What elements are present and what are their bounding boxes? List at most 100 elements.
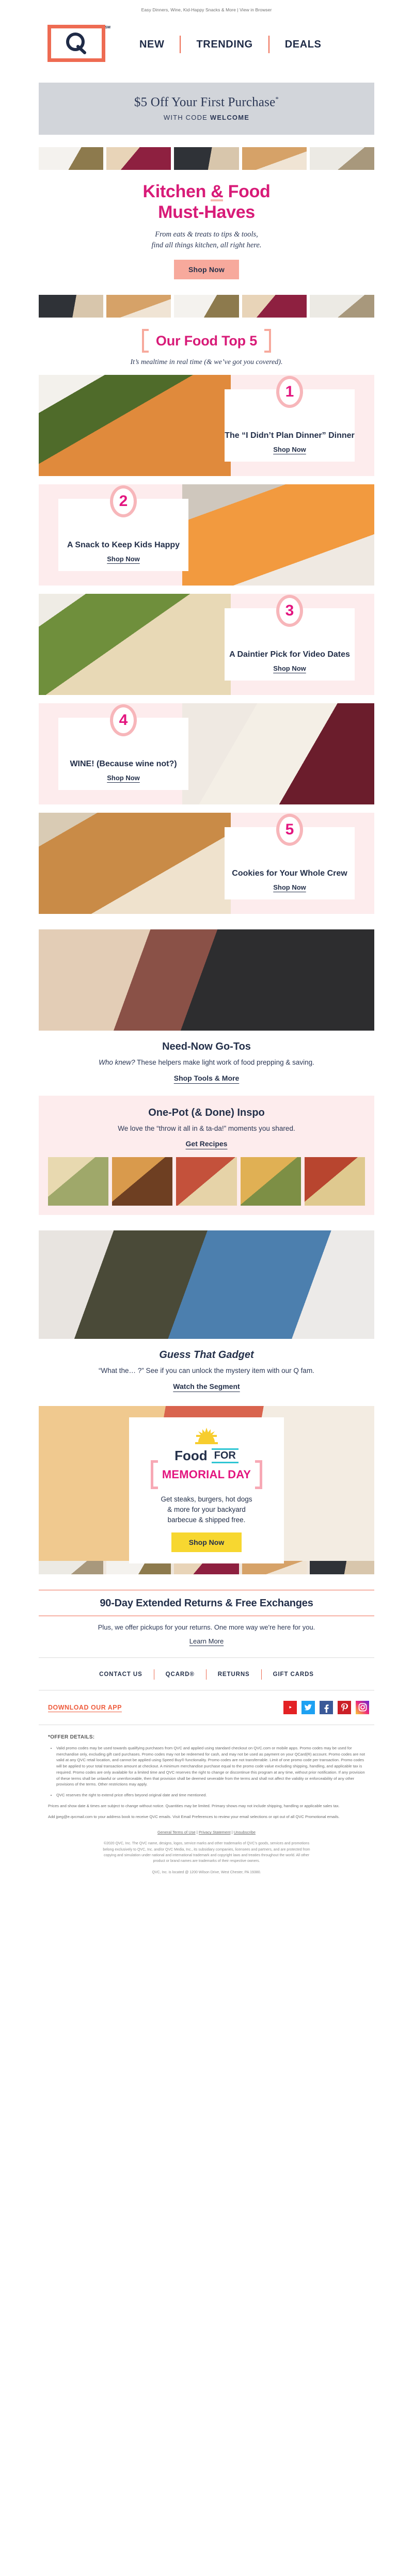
legal-link-row: General Terms of Use | Privacy Statement…	[0, 1823, 413, 1838]
top5-card-1: 1 The “I Didn’t Plan Dinner” Dinner Shop…	[225, 376, 355, 462]
promo-code: WELCOME	[210, 114, 250, 122]
twitter-icon[interactable]	[301, 1700, 315, 1714]
collage-tile	[242, 295, 307, 318]
qvc-logo[interactable]: SM	[47, 25, 110, 64]
top5-image-3[interactable]	[39, 594, 231, 696]
top5-row-2: 2 A Snack to Keep Kids Happy Shop Now	[39, 484, 374, 586]
legal-bullet: Valid promo codes may be used towards qu…	[56, 1745, 365, 1788]
hero-title-ampersand: &	[211, 182, 224, 202]
one-pot-thumb[interactable]	[304, 1157, 366, 1206]
copyright-line-4: product or brand names are trademarks of…	[153, 1859, 260, 1863]
one-pot-thumb[interactable]	[112, 1157, 173, 1206]
collage-strip-bottom	[39, 295, 375, 318]
social-icons	[283, 1700, 369, 1714]
legal-bullet: QVC reserves the right to extend price o…	[56, 1792, 365, 1798]
returns-title: 90-Day Extended Returns & Free Exchanges	[100, 1597, 313, 1609]
footer-link-gift-cards[interactable]: GIFT CARDS	[262, 1671, 325, 1678]
returns-section: 90-Day Extended Returns & Free Exchanges…	[39, 1574, 374, 1657]
need-now-image[interactable]	[39, 929, 374, 1031]
need-now-block: Need-Now Go-Tos Who knew? These helpers …	[0, 1031, 413, 1083]
collage-strip-top	[39, 147, 375, 170]
collage-tile	[309, 147, 375, 170]
legal-section: *OFFER DETAILS: Valid promo codes may be…	[39, 1725, 374, 1823]
top5-title-5: Cookies for Your Whole Crew	[232, 868, 347, 878]
legal-paragraph: Prices and show date & times are subject…	[48, 1803, 340, 1808]
top5-subheading: It’s mealtime in real time (& we’ve got …	[130, 358, 283, 367]
legal-bullet-list: Valid promo codes may be used towards qu…	[56, 1745, 365, 1798]
memorial-for-word: FOR	[211, 1448, 239, 1463]
one-pot-thumb[interactable]	[240, 1157, 301, 1206]
collage-tile	[309, 295, 375, 318]
top5-image-2[interactable]	[182, 484, 374, 586]
top5-heading-block: Our Food Top 5 It’s mealtime in real tim…	[0, 318, 413, 367]
one-pot-cta[interactable]: Get Recipes	[186, 1140, 228, 1148]
sunrise-icon	[195, 1427, 218, 1444]
nav-item-deals[interactable]: DEALS	[269, 39, 337, 51]
copyright-line-3: copying and simulation under national an…	[103, 1853, 310, 1857]
footer-link-qcard[interactable]: QCARD®	[154, 1671, 206, 1678]
memorial-subtitle: Get steaks, burgers, hot dogs & more for…	[138, 1494, 275, 1526]
need-now-subtitle-italic: Who knew?	[99, 1058, 135, 1067]
youtube-icon[interactable]	[283, 1700, 297, 1714]
facebook-icon[interactable]	[320, 1700, 333, 1714]
hero-title-line2: Must-Haves	[158, 202, 255, 223]
top5-shop-now-3[interactable]: Shop Now	[273, 665, 306, 672]
returns-subtitle: Plus, we offer pickups for your returns.…	[98, 1623, 315, 1631]
pinterest-icon[interactable]	[338, 1700, 351, 1714]
promo-headline-text: $5 Off Your First Purchase	[134, 95, 276, 109]
memorial-food-word: Food	[174, 1448, 208, 1464]
top5-title-2: A Snack to Keep Kids Happy	[67, 540, 180, 549]
top5-title-4: WINE! (Because wine not?)	[70, 759, 177, 768]
instagram-icon[interactable]	[356, 1700, 369, 1714]
top5-image-5[interactable]	[39, 813, 231, 914]
copyright-block: ©2020 QVC, Inc. The QVC name, designs, l…	[0, 1838, 413, 1889]
hero-title-part1: Kitchen	[142, 182, 211, 202]
need-now-title: Need-Now Go-Tos	[162, 1041, 251, 1053]
top5-card-2: 2 A Snack to Keep Kids Happy Shop Now	[58, 485, 188, 572]
top5-row-1: 1 The “I Didn’t Plan Dinner” Dinner Shop…	[39, 375, 374, 477]
top5-image-1[interactable]	[39, 375, 231, 477]
preheader-text[interactable]: Easy Dinners, Wine, Kid-Happy Snacks & M…	[0, 0, 413, 15]
legal-link-terms[interactable]: General Terms of Use	[157, 1830, 196, 1835]
top5-shop-now-1[interactable]: Shop Now	[273, 446, 306, 453]
top5-title-3: A Daintier Pick for Video Dates	[229, 650, 350, 659]
logo-q-icon	[66, 33, 86, 54]
gadget-cta[interactable]: Watch the Segment	[173, 1382, 240, 1390]
legal-link-unsubscribe[interactable]: Unsubscribe	[234, 1830, 256, 1835]
nav-item-new[interactable]: NEW	[124, 39, 180, 51]
top5-shop-now-2[interactable]: Shop Now	[107, 555, 140, 563]
promo-banner[interactable]: $5 Off Your First Purchase* WITH CODE WE…	[39, 83, 374, 135]
hero-title: Kitchen & Food Must-Haves	[0, 181, 413, 223]
need-now-cta[interactable]: Shop Tools & More	[174, 1074, 240, 1082]
legal-heading: *OFFER DETAILS:	[48, 1734, 95, 1740]
gadget-video-image[interactable]	[39, 1230, 374, 1339]
one-pot-thumb[interactable]	[176, 1157, 237, 1206]
top5-number-badge-4: 4	[110, 704, 137, 737]
email-header: SM NEW TRENDING DEALS	[0, 15, 413, 77]
memorial-card: Food FOR MEMORIAL DAY Get steaks, burgers…	[129, 1417, 284, 1564]
returns-learn-more-link[interactable]: Learn More	[189, 1637, 224, 1645]
top5-shop-now-4[interactable]: Shop Now	[107, 774, 140, 782]
one-pot-thumb[interactable]	[48, 1157, 109, 1206]
footer-link-contact-us[interactable]: CONTACT US	[88, 1671, 154, 1678]
copyright-line-2: belong exclusively to QVC, Inc. and/or Q…	[103, 1847, 310, 1852]
top5-shop-now-5[interactable]: Shop Now	[273, 883, 306, 891]
hero-subtitle-line2: find all things kitchen, all right here.	[151, 241, 262, 250]
memorial-shop-now-button[interactable]: Shop Now	[171, 1532, 242, 1553]
gadget-subtitle: “What the… ?” See if you can unlock the …	[99, 1367, 314, 1375]
bracket-right-icon	[264, 329, 272, 353]
top5-row-3: 3 A Daintier Pick for Video Dates Shop N…	[39, 594, 374, 696]
hero-subtitle-line1: From eats & treats to tips & tools,	[155, 230, 258, 239]
top5-image-4[interactable]	[182, 703, 374, 805]
download-app-link[interactable]: DOWNLOAD OUR APP	[48, 1704, 122, 1711]
memorial-day-section: Food FOR MEMORIAL DAY Get steaks, burgers…	[39, 1405, 374, 1564]
top5-number-badge-3: 3	[276, 595, 303, 627]
one-pot-title: One-Pot (& Done) Inspo	[148, 1107, 265, 1118]
top5-number-badge-5: 5	[276, 814, 303, 846]
hero-shop-now-button[interactable]: Shop Now	[173, 260, 240, 280]
legal-link-privacy[interactable]: Privacy Statement	[199, 1830, 231, 1835]
nav-item-trending[interactable]: TRENDING	[181, 39, 268, 51]
copyright-address: QVC, Inc. is located @ 1200 Wilson Drive…	[152, 1871, 261, 1875]
footer-link-returns[interactable]: RETURNS	[206, 1671, 261, 1678]
bracket-left-icon	[150, 1460, 158, 1489]
